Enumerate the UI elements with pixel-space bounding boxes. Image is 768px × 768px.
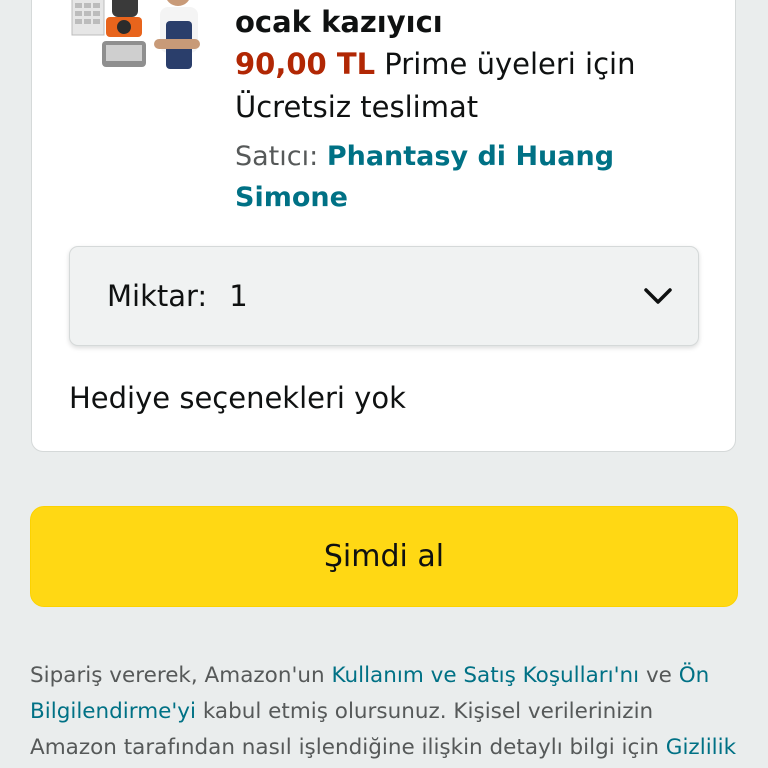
price-line: 90,00 TL Prime üyeleri için	[235, 43, 695, 86]
product-thumbnail[interactable]	[70, 0, 206, 89]
quantity-value: 1	[229, 279, 248, 313]
legal-notice: Sipariş vererek, Amazon'un Kullanım ve S…	[30, 658, 742, 768]
delivery-note: Ücretsiz teslimat	[235, 90, 479, 124]
quantity-label: Miktar:	[107, 279, 208, 313]
product-image-icon	[71, 0, 200, 69]
product-title[interactable]: ocak kazıyıcı	[235, 1, 695, 43]
chevron-down-icon	[644, 288, 672, 304]
quantity-dropdown[interactable]: Miktar: 1	[69, 246, 699, 346]
prime-note: Prime üyeleri için	[375, 47, 636, 81]
terms-link[interactable]: Kullanım ve Satış Koşulları'nı	[331, 663, 639, 688]
gift-options-text: Hediye seçenekleri yok	[69, 381, 406, 415]
product-card: ocak kazıyıcı 90,00 TL Prime üyeleri içi…	[31, 0, 736, 452]
product-info: ocak kazıyıcı 90,00 TL Prime üyeleri içi…	[235, 1, 695, 218]
product-price: 90,00 TL	[235, 47, 376, 81]
seller-label: Satıcı:	[235, 141, 327, 172]
checkout-page: ocak kazıyıcı 90,00 TL Prime üyeleri içi…	[0, 0, 768, 768]
buy-now-button[interactable]: Şimdi al	[30, 506, 738, 607]
legal-text-1: Sipariş vererek, Amazon'un	[30, 663, 332, 688]
legal-text-2: ve	[639, 663, 679, 688]
seller-info: Satıcı: Phantasy di Huang Simone	[235, 136, 695, 218]
